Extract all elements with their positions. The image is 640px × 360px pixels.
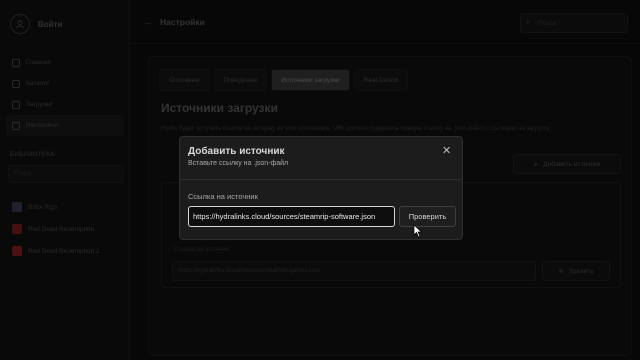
app-window: Войти Главная Каталог Загрузки Настройки… (0, 0, 640, 360)
modal-divider (180, 179, 462, 180)
modal-title: Добавить источник (188, 146, 285, 157)
verify-button[interactable]: Проверить (399, 206, 456, 227)
source-url-input[interactable] (188, 206, 395, 227)
mouse-pointer-icon (413, 224, 423, 238)
close-icon[interactable]: ✕ (442, 146, 451, 157)
modal-subtitle: Вставьте ссылку на .json-файл (188, 160, 289, 167)
source-url-field-label: Ссылка на источник (188, 192, 258, 201)
